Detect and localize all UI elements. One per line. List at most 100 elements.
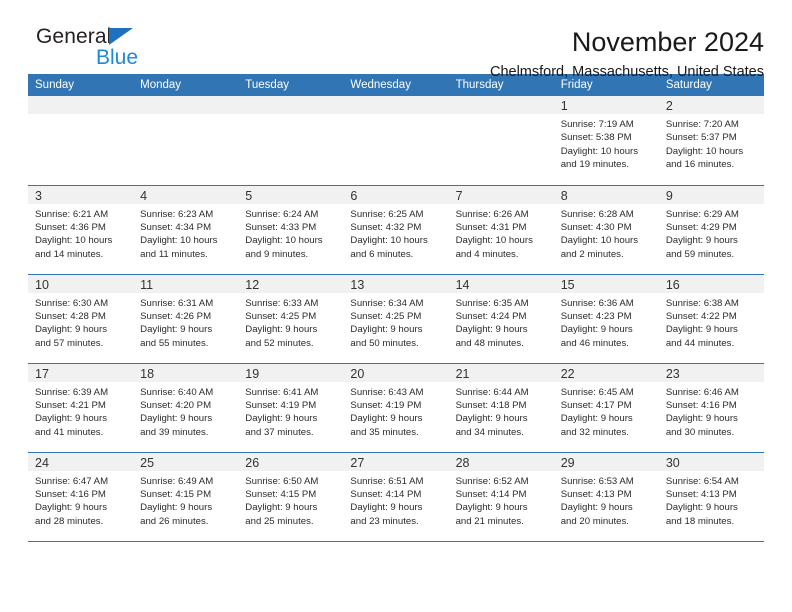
title-block: November 2024 Chelmsford, Massachusetts,…	[490, 26, 764, 81]
day-number: 13	[350, 277, 365, 292]
sunset-time: Sunset: 4:23 PM	[560, 310, 632, 322]
sunrise-time: Sunrise: 6:30 AM	[35, 297, 109, 309]
day-number-band	[133, 96, 239, 114]
day-number: 10	[35, 277, 49, 292]
daylight-duration-line1: Daylight: 9 hours	[665, 324, 738, 336]
calendar-day-cell[interactable]: 1 Sunrise: 7:19 AM Sunset: 5:38 PM Daylight…	[553, 96, 659, 185]
day-cell-body: Sunrise: 6:41 AM Sunset: 4:19 PM Daylight:…	[238, 382, 343, 440]
sunrise-time: Sunrise: 6:24 AM	[245, 208, 319, 220]
calendar-day-cell[interactable]: 12 Sunrise: 6:33 AM Sunset: 4:25 PM Dayligh…	[238, 273, 344, 363]
calendar-day-cell[interactable]: 7 Sunrise: 6:26 AM Sunset: 4:31 PM Daylight…	[448, 184, 554, 274]
calendar-day-cell[interactable]: 11 Sunrise: 6:31 AM Sunset: 4:26 PM Dayligh…	[133, 273, 239, 363]
day-number: 16	[665, 277, 680, 292]
day-number: 9	[665, 188, 673, 203]
daylight-duration-line1: Daylight: 9 hours	[245, 324, 318, 336]
sunset-time: Sunset: 4:29 PM	[665, 221, 737, 233]
day-cell-body: Sunrise: 6:44 AM Sunset: 4:18 PM Daylight:…	[449, 382, 554, 440]
daylight-duration-line1: Daylight: 9 hours	[350, 502, 423, 514]
day-cell-body: Sunrise: 6:30 AM Sunset: 4:28 PM Daylight:…	[28, 293, 133, 351]
day-number-band: 13	[343, 274, 449, 293]
brand-logo[interactable]: General Blue	[28, 26, 226, 68]
day-cell-body: Sunrise: 6:23 AM Sunset: 4:34 PM Daylight:…	[133, 204, 238, 262]
calendar-day-cell[interactable]: 17 Sunrise: 6:39 AM Sunset: 4:21 PM Dayligh…	[28, 362, 134, 452]
daylight-duration-line2: and 37 minutes.	[245, 426, 314, 438]
sunrise-time: Sunrise: 6:45 AM	[560, 386, 634, 398]
sunrise-time: Sunrise: 6:44 AM	[455, 386, 529, 398]
calendar-day-cell[interactable]: 22 Sunrise: 6:45 AM Sunset: 4:17 PM Dayligh…	[553, 362, 659, 452]
sunrise-time: Sunrise: 6:28 AM	[560, 208, 634, 220]
daylight-duration-line1: Daylight: 10 hours	[560, 235, 639, 247]
daylight-duration-line1: Daylight: 9 hours	[560, 413, 633, 425]
calendar-day-cell[interactable]: 10 Sunrise: 6:30 AM Sunset: 4:28 PM Dayligh…	[28, 273, 134, 363]
calendar-bottom-rule	[28, 541, 764, 542]
calendar-day-cell[interactable]: 4 Sunrise: 6:23 AM Sunset: 4:34 PM Daylight…	[133, 184, 239, 274]
daylight-duration-line2: and 28 minutes.	[35, 515, 104, 527]
sunrise-time: Sunrise: 6:35 AM	[455, 297, 529, 309]
day-cell-body: Sunrise: 6:47 AM Sunset: 4:16 PM Daylight:…	[28, 471, 133, 529]
calendar-day-cell[interactable]: 21 Sunrise: 6:44 AM Sunset: 4:18 PM Dayligh…	[448, 362, 554, 452]
calendar-day-cell[interactable]: 8 Sunrise: 6:28 AM Sunset: 4:30 PM Daylight…	[553, 184, 659, 274]
calendar-day-cell[interactable]: 26 Sunrise: 6:50 AM Sunset: 4:15 PM Dayligh…	[238, 451, 344, 541]
day-number: 25	[140, 455, 155, 470]
calendar-day-cell[interactable]: 3 Sunrise: 6:21 AM Sunset: 4:36 PM Daylight…	[28, 184, 134, 274]
sunset-time: Sunset: 4:16 PM	[35, 488, 106, 500]
calendar-week-row: 1 Sunrise: 7:19 AM Sunset: 5:38 PM Daylight…	[28, 96, 764, 185]
calendar-day-cell[interactable]: 28 Sunrise: 6:52 AM Sunset: 4:14 PM Dayligh…	[448, 451, 554, 541]
calendar-day-cell[interactable]: 2 Sunrise: 7:20 AM Sunset: 5:37 PM Daylight…	[658, 96, 764, 185]
sunset-time: Sunset: 4:19 PM	[245, 399, 317, 411]
sunrise-time: Sunrise: 6:29 AM	[665, 208, 739, 220]
day-number: 1	[560, 99, 568, 113]
calendar-day-cell[interactable]: 20 Sunrise: 6:43 AM Sunset: 4:19 PM Dayligh…	[343, 362, 449, 452]
sunset-time: Sunset: 4:18 PM	[455, 399, 527, 411]
sunset-time: Sunset: 4:34 PM	[140, 221, 212, 233]
daylight-duration-line2: and 32 minutes.	[560, 426, 629, 438]
daylight-duration-line1: Daylight: 9 hours	[560, 502, 633, 514]
day-number: 27	[350, 455, 365, 470]
sunset-time: Sunset: 5:38 PM	[560, 132, 632, 144]
calendar-day-cell[interactable]: 24 Sunrise: 6:47 AM Sunset: 4:16 PM Dayligh…	[28, 451, 134, 541]
daylight-duration-line1: Daylight: 10 hours	[350, 235, 428, 247]
weekday-header-tuesday: Tuesday	[238, 74, 344, 96]
day-cell-body: Sunrise: 6:24 AM Sunset: 4:33 PM Daylight:…	[238, 204, 343, 262]
sunrise-time: Sunrise: 6:23 AM	[140, 208, 214, 220]
calendar-day-cell[interactable]: 18 Sunrise: 6:40 AM Sunset: 4:20 PM Dayligh…	[133, 362, 239, 452]
daylight-duration-line1: Daylight: 9 hours	[35, 502, 107, 514]
daylight-duration-line2: and 4 minutes.	[455, 248, 519, 260]
daylight-duration-line1: Daylight: 9 hours	[665, 502, 738, 514]
sunrise-time: Sunrise: 6:49 AM	[140, 475, 214, 487]
sunset-time: Sunset: 4:25 PM	[245, 310, 317, 322]
calendar-day-cell[interactable]: 16 Sunrise: 6:38 AM Sunset: 4:22 PM Dayligh…	[658, 273, 764, 363]
calendar-day-cell[interactable]: 6 Sunrise: 6:25 AM Sunset: 4:32 PM Daylight…	[343, 184, 449, 274]
calendar-day-cell[interactable]: 15 Sunrise: 6:36 AM Sunset: 4:23 PM Dayligh…	[553, 273, 659, 363]
calendar-day-cell[interactable]: 29 Sunrise: 6:53 AM Sunset: 4:13 PM Dayligh…	[553, 451, 659, 541]
day-cell-body: Sunrise: 6:29 AM Sunset: 4:29 PM Daylight:…	[659, 204, 764, 262]
calendar-day-cell[interactable]: 9 Sunrise: 6:29 AM Sunset: 4:29 PM Daylight…	[658, 184, 764, 274]
day-cell-body: Sunrise: 6:28 AM Sunset: 4:30 PM Daylight:…	[554, 204, 659, 262]
calendar-day-cell[interactable]: 30 Sunrise: 6:54 AM Sunset: 4:13 PM Dayligh…	[658, 451, 764, 541]
day-cell-body: Sunrise: 6:34 AM Sunset: 4:25 PM Daylight:…	[343, 293, 448, 351]
day-cell-body: Sunrise: 6:49 AM Sunset: 4:15 PM Daylight:…	[133, 471, 238, 529]
day-number: 12	[245, 277, 260, 292]
sunset-time: Sunset: 4:32 PM	[350, 221, 422, 233]
calendar-day-cell[interactable]: 23 Sunrise: 6:46 AM Sunset: 4:16 PM Dayligh…	[658, 362, 764, 452]
sunset-time: Sunset: 4:21 PM	[35, 399, 106, 411]
day-number-band: 2	[658, 96, 764, 114]
calendar-day-cell[interactable]: 19 Sunrise: 6:41 AM Sunset: 4:19 PM Dayligh…	[238, 362, 344, 452]
day-cell-body: Sunrise: 6:25 AM Sunset: 4:32 PM Daylight:…	[343, 204, 448, 262]
daylight-duration-line2: and 48 minutes.	[455, 337, 524, 349]
daylight-duration-line2: and 26 minutes.	[140, 515, 209, 527]
sunrise-time: Sunrise: 6:53 AM	[560, 475, 634, 487]
daylight-duration-line2: and 19 minutes.	[560, 159, 629, 171]
calendar-day-cell[interactable]: 14 Sunrise: 6:35 AM Sunset: 4:24 PM Dayligh…	[448, 273, 554, 363]
calendar-day-cell[interactable]: 27 Sunrise: 6:51 AM Sunset: 4:14 PM Dayligh…	[343, 451, 449, 541]
calendar-day-cell[interactable]: 25 Sunrise: 6:49 AM Sunset: 4:15 PM Dayligh…	[133, 451, 239, 541]
calendar-day-cell[interactable]: 5 Sunrise: 6:24 AM Sunset: 4:33 PM Daylight…	[238, 184, 344, 274]
day-cell-body: Sunrise: 6:52 AM Sunset: 4:14 PM Daylight:…	[449, 471, 554, 529]
sunrise-time: Sunrise: 6:40 AM	[140, 386, 214, 398]
calendar-day-cell[interactable]: 13 Sunrise: 6:34 AM Sunset: 4:25 PM Dayligh…	[343, 273, 449, 363]
day-number-band: 10	[28, 274, 134, 293]
daylight-duration-line1: Daylight: 9 hours	[35, 324, 107, 336]
calendar-week-row: 3 Sunrise: 6:21 AM Sunset: 4:36 PM Daylight…	[28, 184, 764, 274]
daylight-duration-line1: Daylight: 9 hours	[140, 502, 213, 514]
day-number-band: 28	[448, 452, 554, 471]
